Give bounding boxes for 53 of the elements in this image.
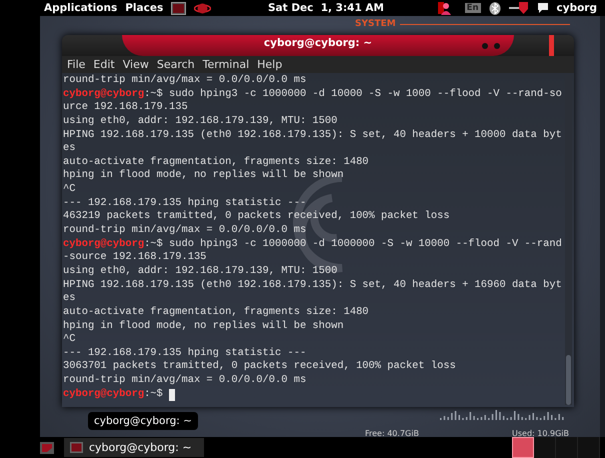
disk-free-label: Free: 40.7GiB [365, 429, 419, 437]
panel-menu[interactable]: Applications [44, 2, 118, 14]
clock[interactable]: Sat Dec 1, 3:41 AM [268, 2, 384, 14]
prompt-line: cyborg@cyborg:~$ [63, 388, 163, 402]
panel-menu[interactable]: Places [125, 2, 164, 14]
user-name[interactable]: cyborg [556, 2, 597, 14]
terminal-line: hping in flood mode, no replies will be shown [63, 320, 345, 334]
terminal-line: cyborg@cyborg:~$ sudo hping3 -c 1000000 -d 1000000 -S -w 10000 --flood -V --rand [63, 238, 563, 252]
terminal-line: --- 192.168.179.135 hping statistic --- [63, 196, 308, 210]
terminal-icon [70, 442, 83, 453]
terminal-line: es [63, 142, 76, 156]
terminal-line: -source 192.168.179.135 [63, 251, 208, 265]
window-title: cyborg@cyborg: ~ [264, 37, 372, 49]
menu-item[interactable]: Search [156, 56, 196, 73]
keyboard-layout-indicator[interactable]: En [464, 3, 480, 13]
orb-icon[interactable] [194, 2, 212, 14]
text-cursor [168, 388, 175, 401]
terminal-line: HPING 192.168.179.135 (eth0 192.168.179.135): S set, 40 headers + 10000 data byt [63, 128, 563, 142]
terminal-line: HPING 192.168.179.135 (eth0 192.168.179.135): S set, 40 headers + 16960 data byt [63, 278, 563, 292]
menu-item[interactable]: Edit [92, 56, 116, 73]
chat-icon[interactable] [536, 2, 548, 14]
user-icon[interactable] [436, 1, 451, 15]
terminal-line: round-trip min/avg/max = 0.0/0.0/0.0 ms [63, 74, 308, 88]
menu-item[interactable]: View [122, 56, 150, 73]
widget-title: SYSTEM [355, 19, 396, 29]
terminal-line: ^C [63, 183, 76, 197]
terminal-line: --- 192.168.179.135 hping statistic --- [63, 346, 308, 360]
workspace-button[interactable] [512, 437, 534, 458]
terminal-line: 3063701 packets tramitted, 0 packets received, 100% packet loss [63, 360, 457, 374]
terminal-line: round-trip min/avg/max = 0.0/0.0/0.0 ms [63, 374, 308, 388]
taskbar-button[interactable]: cyborg@cyborg: ~ [64, 438, 204, 457]
terminal-icon[interactable] [171, 2, 186, 14]
menu-item[interactable]: File [66, 56, 86, 73]
terminal-line: auto-activate fragmentation, fragments size: 1480 [63, 156, 370, 170]
terminal-line: es [63, 292, 76, 306]
terminal-line: round-trip min/avg/max = 0.0/0.0/0.0 ms [63, 224, 308, 238]
terminal-line: using eth0, addr: 192.168.179.139, MTU: 1500 [63, 114, 338, 129]
scrollbar-thumb[interactable] [566, 355, 571, 405]
tooltip: cyborg@cyborg: ~ [88, 412, 198, 430]
terminal-line: 463219 packets tramitted, 0 packets received, 100% packet loss [63, 210, 451, 224]
bluetooth-icon[interactable] [488, 2, 500, 14]
network-icon[interactable] [508, 1, 528, 15]
disk-used-label: Used: 10.9GiB [512, 429, 569, 437]
terminal-line: hping in flood mode, no replies will be shown [63, 169, 345, 184]
terminal-line: using eth0, addr: 192.168.179.139, MTU: 1500 [63, 264, 338, 279]
terminal-line: auto-activate fragmentation, fragments size: 1480 [63, 306, 370, 320]
title-bar-marker [549, 35, 554, 56]
terminal-line: cyborg@cyborg:~$ sudo hping3 -c 1000000 -d 10000 -S -w 1000 --flood -V --rand-so [63, 88, 563, 102]
menu-icon[interactable] [40, 442, 54, 454]
terminal-line: urce 192.168.179.135 [63, 101, 189, 115]
menu-item[interactable]: Terminal [202, 56, 250, 73]
terminal-line: ^C [63, 333, 76, 347]
menu-item[interactable]: Help [256, 56, 284, 73]
